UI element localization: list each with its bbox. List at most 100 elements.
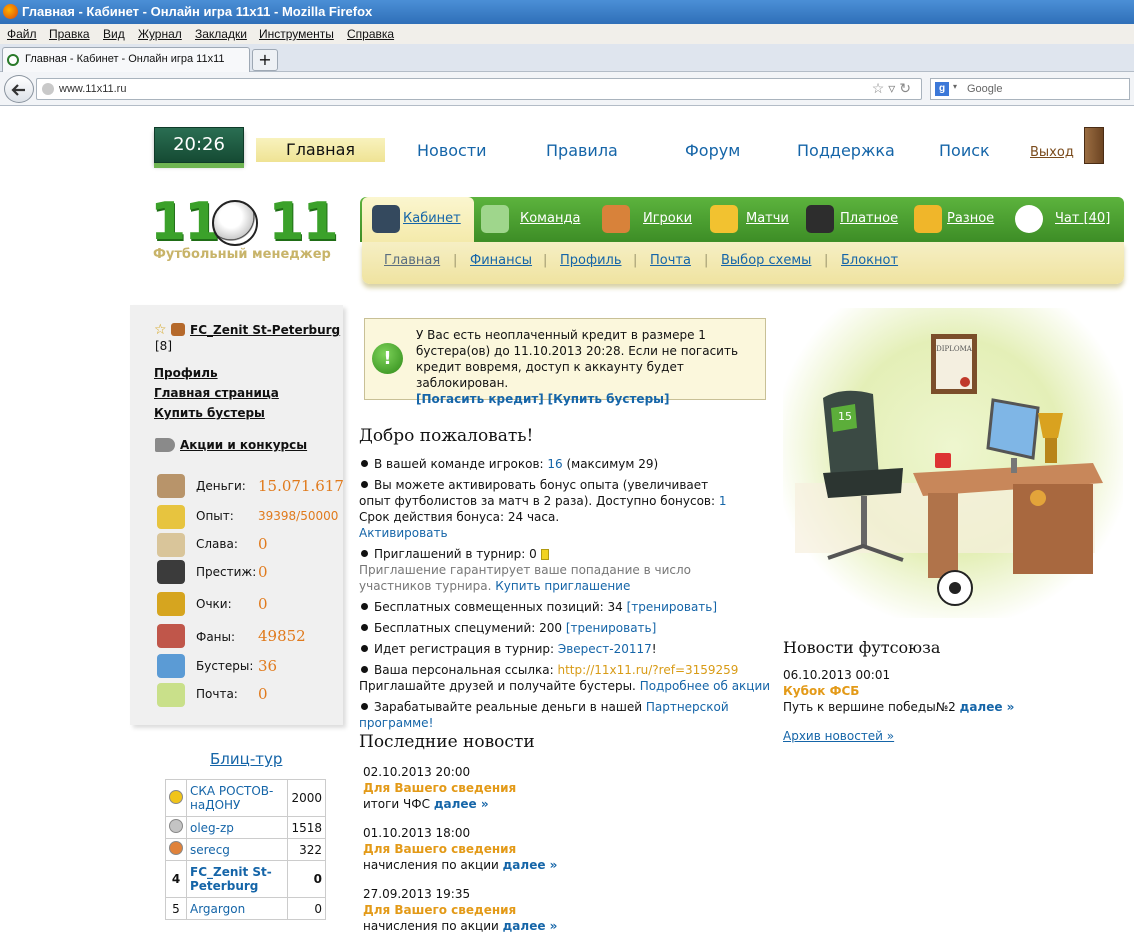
menu-players[interactable]: Игроки (643, 211, 692, 226)
table-row: 4 FC_Zenit St-Peterburg 0 (165, 860, 326, 898)
place-cell (165, 838, 187, 861)
club-name-link[interactable]: FC_Zenit St-Peterburg (190, 323, 340, 337)
buy-boosters-alert-link[interactable]: [Купить бустеры] (548, 392, 670, 406)
buy-boosters-link[interactable]: Купить бустеры (154, 406, 265, 420)
bonus-count-link[interactable]: 1 (719, 494, 727, 508)
browser-tab[interactable]: Главная - Кабинет - Онлайн игра 11x11 (2, 47, 250, 72)
profile-link[interactable]: Профиль (154, 366, 218, 380)
bookmark-star-icon[interactable]: ☆▿↻ (872, 80, 915, 97)
submenu-notepad[interactable]: Блокнот (841, 253, 898, 268)
team-link[interactable]: СКА РОСТОВ-наДОНУ (190, 784, 273, 812)
stadium-icon (481, 205, 509, 233)
prestige-icon (157, 560, 185, 584)
search-box[interactable]: g ▾ Google (930, 78, 1130, 100)
news-date: 27.09.2013 19:35 (363, 887, 471, 901)
nav-rules[interactable]: Правила (546, 141, 618, 160)
tournament-exclamation: ! (651, 642, 657, 656)
activate-bonus-link[interactable]: Активировать (359, 526, 448, 540)
team-link[interactable]: serecg (190, 843, 230, 857)
experience-icon (157, 505, 185, 529)
submenu-separator: | (824, 253, 829, 268)
blitz-tour-title[interactable]: Блиц-тур (210, 750, 282, 768)
tournament-link[interactable]: Эверест-20117 (558, 642, 652, 656)
team-link[interactable]: Argargon (190, 902, 245, 916)
list-item: В вашей команде игроков: 16 (максимум 29… (359, 456, 779, 472)
ticket-icon (540, 549, 549, 560)
news-body-text: итоги ЧФС (363, 797, 434, 811)
submenu-formation[interactable]: Выбор схемы (721, 253, 811, 268)
window-titlebar: Главная - Кабинет - Онлайн игра 11x11 - … (0, 0, 1134, 24)
google-icon[interactable]: g (935, 82, 949, 96)
bullet (361, 645, 368, 652)
ref-text: Ваша персональная ссылка: (374, 663, 558, 677)
menu-chat[interactable]: Чат [40] (1055, 211, 1110, 226)
nav-main[interactable]: Главная (256, 138, 385, 162)
futsal-more-link[interactable]: далее » (960, 700, 1015, 714)
welcome-title: Добро пожаловать! (359, 426, 534, 446)
back-button[interactable] (4, 75, 34, 103)
score-cell: 0 (287, 897, 326, 920)
news-body-text: начисления по акции (363, 919, 503, 933)
menu-paid[interactable]: Платное (840, 211, 898, 226)
news-heading: Для Вашего сведения (363, 781, 517, 795)
referral-link[interactable]: http://11x11.ru/?ref=3159259 (558, 663, 739, 677)
menu-bookmarks[interactable]: Закладки (195, 27, 247, 41)
menu-team[interactable]: Команда (520, 211, 580, 226)
team-link[interactable]: oleg-zp (190, 821, 234, 835)
list-item: Приглашений в турнир: 0 Приглашение гара… (359, 546, 749, 594)
logout-link[interactable]: Выход (1030, 145, 1074, 160)
nav-support[interactable]: Поддержка (797, 141, 895, 160)
buy-invite-link[interactable]: Купить приглашение (495, 579, 630, 593)
team-link[interactable]: FC_Zenit St-Peterburg (190, 865, 272, 893)
menu-tools[interactable]: Инструменты (259, 27, 334, 41)
logo-right: 11 (268, 192, 338, 252)
nav-forum[interactable]: Форум (685, 141, 740, 160)
menu-cabinet[interactable]: Кабинет (403, 211, 461, 226)
train-positions-link[interactable]: [тренировать] (627, 600, 717, 614)
booster-icon (157, 654, 185, 678)
search-placeholder: Google (967, 83, 1003, 95)
nav-search[interactable]: Поиск (939, 141, 990, 160)
menu-view[interactable]: Вид (103, 27, 125, 41)
menu-edit[interactable]: Правка (49, 27, 90, 41)
table-row: СКА РОСТОВ-наДОНУ 2000 (165, 779, 326, 817)
menu-matches[interactable]: Матчи (746, 211, 789, 226)
news-archive-link[interactable]: Архив новостей » (783, 729, 894, 743)
place-cell (165, 816, 187, 839)
dropdown-arrow-icon[interactable]: ▾ (953, 82, 957, 91)
news-more-link[interactable]: далее » (503, 919, 558, 933)
gold-medal-icon (169, 789, 183, 804)
promotions-link[interactable]: Акции и конкурсы (180, 438, 307, 452)
nav-news[interactable]: Новости (417, 141, 487, 160)
address-bar[interactable]: www.11x11.ru ☆▿↻ (36, 78, 922, 100)
stat-mail-label: Почта: (196, 687, 238, 701)
submenu-profile[interactable]: Профиль (560, 253, 622, 268)
news-heading: Для Вашего сведения (363, 903, 517, 917)
submenu-separator: | (633, 253, 638, 268)
home-page-link[interactable]: Главная страница (154, 386, 279, 400)
bullet (361, 624, 368, 631)
promo-details-link[interactable]: Подробнее об акции (640, 679, 770, 693)
menu-help[interactable]: Справка (347, 27, 394, 41)
trophy-cup (1038, 413, 1063, 438)
stat-prestige-label: Престиж: (196, 565, 257, 579)
news-body: начисления по акции далее » (363, 858, 557, 872)
news-more-link[interactable]: далее » (434, 797, 489, 811)
news-date: 02.10.2013 20:00 (363, 765, 471, 779)
submenu-main[interactable]: Главная (384, 253, 440, 268)
menu-misc[interactable]: Разное (947, 211, 994, 226)
submenu-mail[interactable]: Почта (650, 253, 691, 268)
submenu-finance[interactable]: Финансы (470, 253, 532, 268)
train-skills-link[interactable]: [тренировать] (566, 621, 656, 635)
players-count-link[interactable]: 16 (547, 457, 562, 471)
cup-icon (157, 592, 185, 616)
new-tab-button[interactable]: + (252, 49, 278, 71)
door-icon[interactable] (1084, 127, 1104, 164)
page-left-margin (0, 107, 130, 935)
bullet (361, 550, 368, 557)
news-body: итоги ЧФС далее » (363, 797, 489, 811)
menu-history[interactable]: Журнал (138, 27, 182, 41)
news-more-link[interactable]: далее » (503, 858, 558, 872)
pay-credit-link[interactable]: [Погасить кредит] (416, 392, 544, 406)
menu-file[interactable]: Файл (7, 27, 37, 41)
